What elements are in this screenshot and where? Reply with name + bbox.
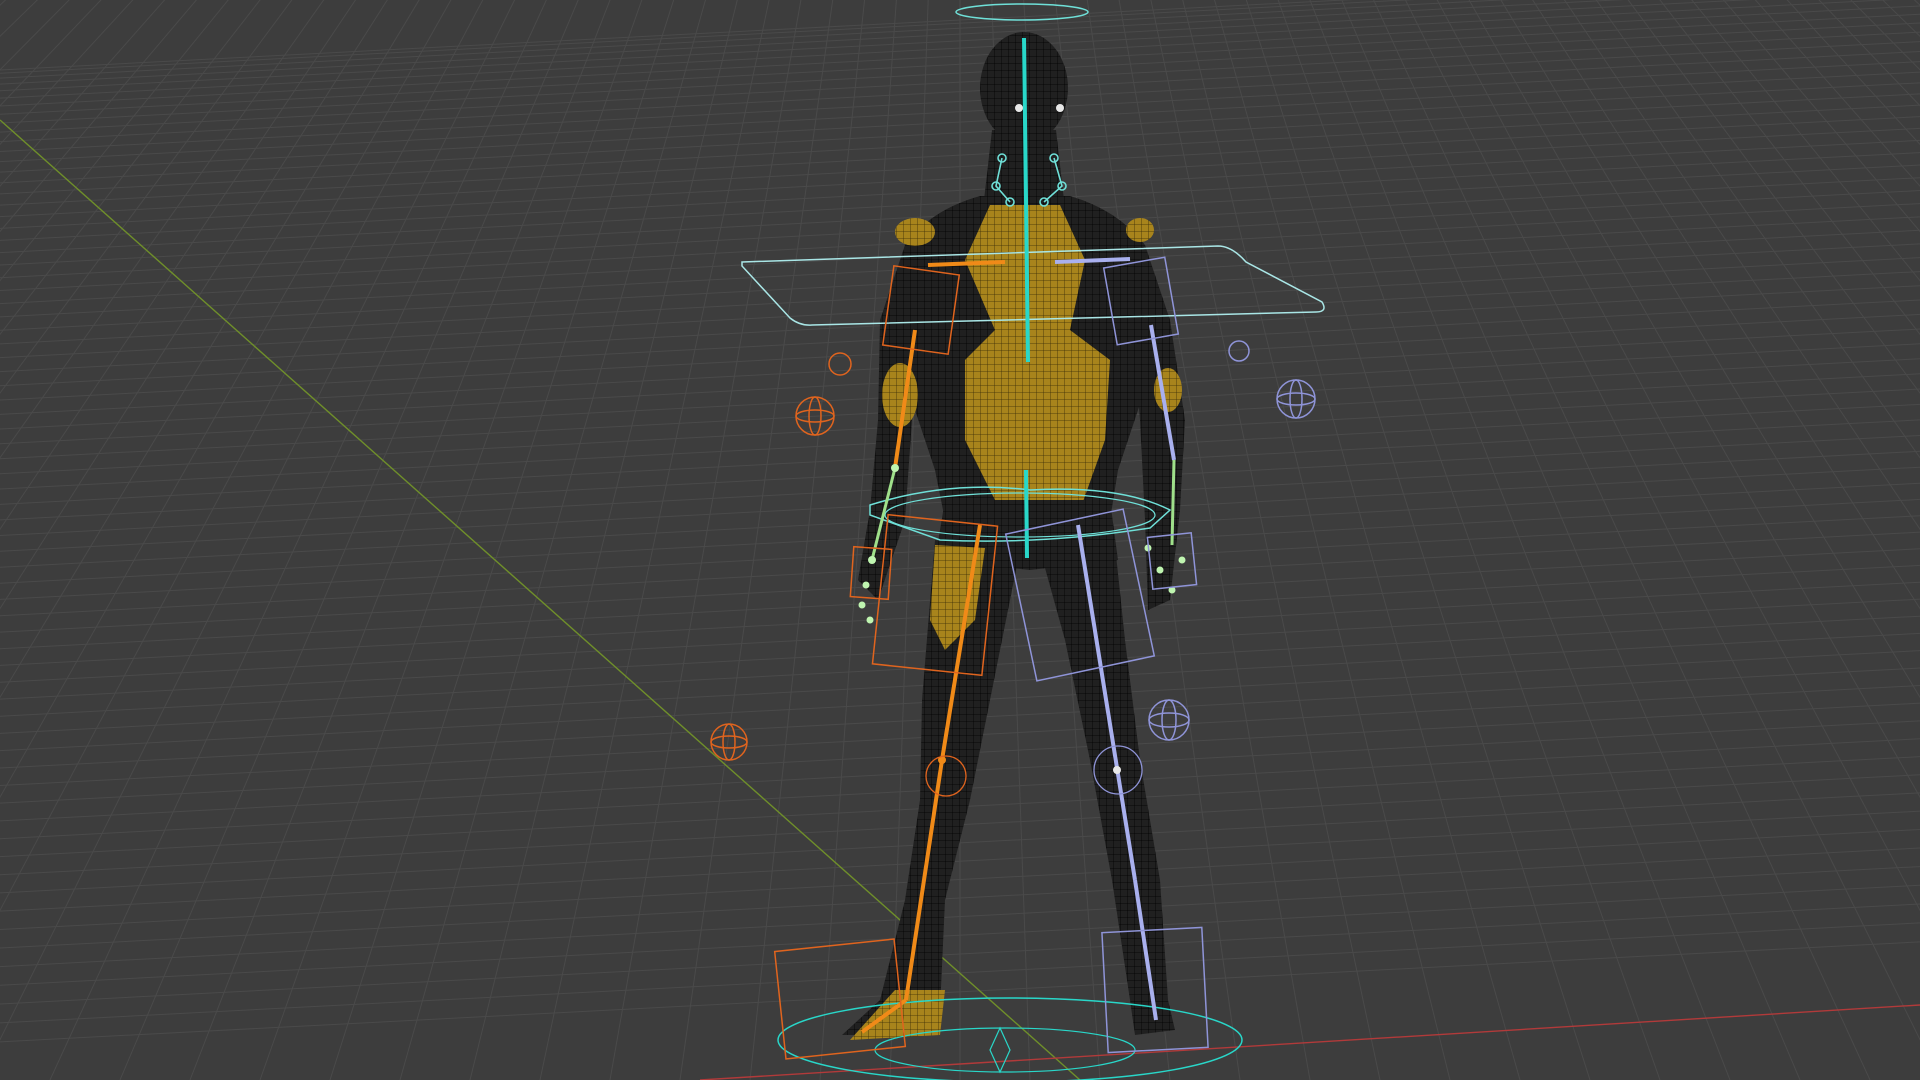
right-shoulder-top-selected (1126, 218, 1154, 242)
3d-viewport[interactable] (0, 0, 1920, 1080)
left-shoulder-selected (882, 363, 918, 427)
head-joint-left[interactable] (1015, 104, 1023, 112)
pelvis-bone[interactable] (1024, 469, 1029, 559)
head-joint-right[interactable] (1056, 104, 1064, 112)
left-elbow-joint[interactable] (891, 464, 899, 472)
right-forearm-bone[interactable] (1170, 459, 1176, 546)
right-knee-joint[interactable] (1113, 766, 1121, 774)
left-shoulder-top-selected (895, 218, 935, 246)
